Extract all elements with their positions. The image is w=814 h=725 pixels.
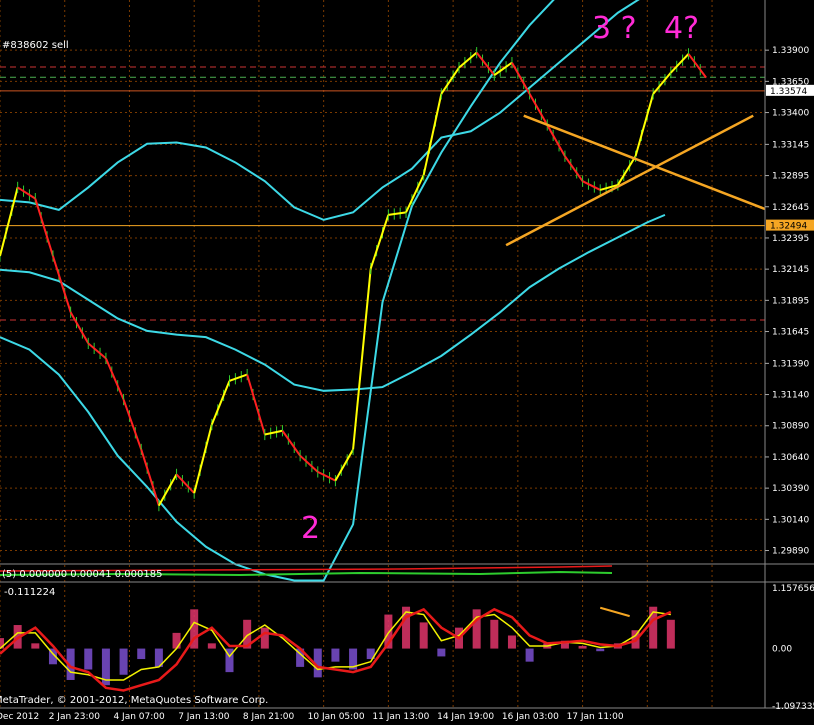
y-tick-label: 1.30140 [772, 515, 809, 525]
x-tick-label: 16 Jan 03:00 [502, 712, 559, 722]
copyright-label: MetaTrader, © 2001-2012, MetaQuotes Soft… [0, 695, 268, 706]
price-segment [229, 373, 248, 382]
osc-bar [419, 622, 428, 649]
price-tag-label: 1.33574 [770, 87, 807, 97]
y-tick-label: 1.32395 [772, 234, 809, 244]
x-tick-label: 17 Jan 11:00 [567, 712, 624, 722]
ma-mid-line [0, 0, 640, 221]
y-tick-label: 1.33145 [772, 140, 809, 150]
price-segment [369, 214, 390, 269]
y-tick-label: 1.30390 [772, 484, 809, 494]
price-segment [175, 473, 195, 494]
ma-fast-line [0, 0, 555, 582]
price-segment [352, 268, 372, 450]
price-segment [122, 399, 143, 450]
price-series [0, 47, 707, 512]
price-segment [670, 53, 690, 74]
x-tick-label: 2 Jan 23:00 [49, 712, 101, 722]
price-segment [388, 211, 407, 216]
price-segment [210, 380, 231, 425]
osc-bar [31, 643, 40, 649]
price-segment [475, 52, 496, 76]
y-tick-label: 1.32645 [772, 203, 809, 213]
sub1-label: (5) 0.000000 0.00041 0.000185 [2, 569, 162, 580]
osc-tick-label: -1.097335 [772, 702, 814, 712]
osc-tick-label: 1.157656 [772, 584, 814, 594]
price-segment [264, 429, 283, 436]
price-segment [17, 186, 36, 200]
x-tick-label: 4 Jan 07:00 [113, 712, 165, 722]
osc-bar [119, 648, 128, 675]
osc-bar [437, 648, 446, 657]
osc-bar [507, 635, 516, 649]
price-segment [158, 473, 178, 507]
y-tick-label: 1.31645 [772, 328, 809, 338]
annotation-3: 3 ? [592, 11, 637, 46]
y-tick-label: 1.32895 [772, 172, 809, 182]
y-tick-label: 1.29890 [772, 547, 809, 557]
y-tick-label: 1.31390 [772, 359, 809, 369]
price-segment [299, 454, 319, 473]
annotation-4: 4? [664, 11, 699, 46]
x-tick-label: 7 Jan 13:00 [178, 712, 230, 722]
x-tick-label: 8 Jan 21:00 [243, 712, 295, 722]
osc-bar [172, 632, 181, 649]
chart-window[interactable]: 1.33900 1.33650 1.33400 1.33145 1.32895 1.326… [0, 0, 814, 725]
y-tick-label: 1.33900 [772, 46, 809, 56]
price-segment [87, 342, 107, 360]
ma-slow-line [0, 213, 666, 392]
y-tick-label: 1.32145 [772, 265, 809, 275]
annotation-2: 2 [301, 511, 320, 546]
osc-tick-label: 0.00 [772, 645, 792, 655]
osc-bar [578, 645, 587, 649]
price-segment [634, 93, 655, 157]
y-tick-label: 1.33400 [772, 109, 809, 119]
osc-trendline [599, 606, 630, 618]
price-segment [458, 51, 478, 69]
price-segment [422, 93, 443, 176]
osc-bar [137, 648, 146, 660]
osc-bar [666, 619, 675, 649]
osc-bar [260, 627, 269, 649]
x-tick-label: 11 Jan 13:00 [372, 712, 429, 722]
price-segment [105, 357, 125, 400]
price-segment [281, 430, 301, 457]
x-tick-label: 14 Jan 19:00 [437, 712, 494, 722]
osc-bar [525, 648, 534, 662]
price-segment [687, 53, 707, 79]
price-segment [582, 180, 601, 191]
y-tick-label: 1.31895 [772, 296, 809, 306]
order-label: #838602 sell [2, 40, 69, 51]
price-segment [193, 424, 213, 494]
y-tick-label: 1.30890 [772, 422, 809, 432]
x-tick-label: 10 Jan 05:00 [308, 712, 365, 722]
price-segment [0, 187, 19, 257]
price-segment [334, 448, 354, 482]
price-segment [440, 67, 460, 95]
price-segment [564, 155, 584, 182]
sub-window-2 [0, 606, 675, 692]
y-tick-label: 1.30640 [772, 453, 809, 463]
osc-bar [596, 648, 605, 652]
osc-bar [207, 643, 216, 649]
sub2-label: -0.111224 [4, 587, 55, 598]
y-tick-label: 1.31140 [772, 391, 809, 401]
price-segment [69, 311, 90, 344]
osc-bar [490, 619, 499, 649]
osc-bar [331, 648, 340, 662]
price-segment [52, 255, 72, 313]
moving-averages [0, 0, 666, 582]
chart-canvas[interactable]: 1.339001.336501.334001.331451.328951.326… [0, 0, 814, 725]
x-tick-label: Dec 2012 [0, 712, 39, 722]
osc-bar [472, 609, 481, 649]
price-segment [140, 449, 160, 506]
price-tag-label: 1.32494 [770, 222, 807, 232]
osc-bar [84, 648, 93, 670]
price-segment [317, 471, 336, 482]
